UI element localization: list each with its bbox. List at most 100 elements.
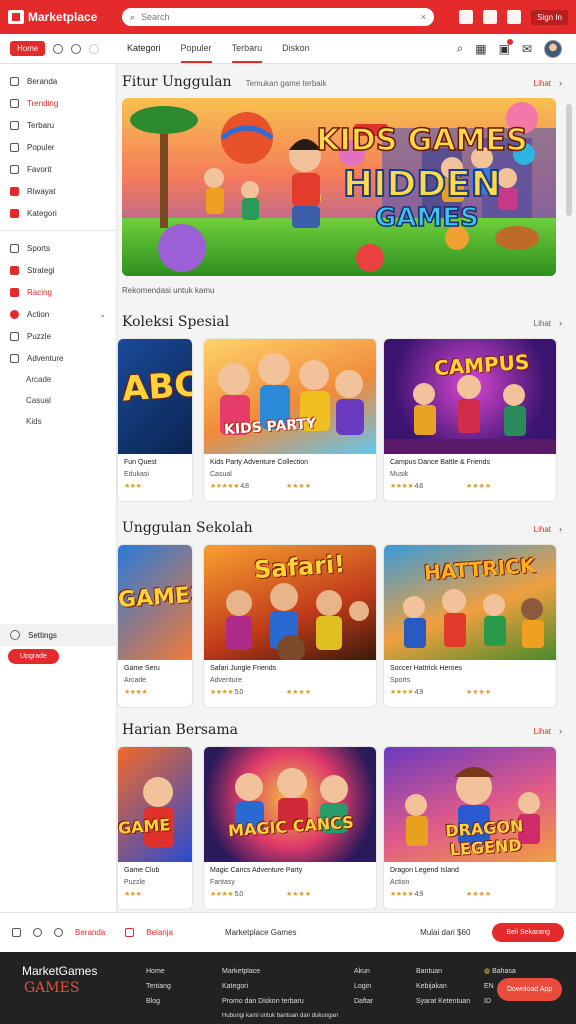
game-card[interactable]: HATTRICK Soccer Hattrick Heroes Sports ★… bbox=[383, 544, 557, 708]
game-card[interactable]: GAME Game Club Puzzle ★★★ bbox=[117, 746, 193, 910]
map-icon bbox=[10, 353, 19, 363]
search-icon[interactable]: ⌕ bbox=[457, 41, 464, 56]
sidebar-item-populer[interactable]: Populer bbox=[0, 136, 116, 158]
game-card[interactable]: KIDS PARTY Kids Party Adventure Collecti… bbox=[203, 338, 377, 502]
help-icon[interactable] bbox=[54, 928, 63, 937]
cart-icon[interactable] bbox=[125, 928, 135, 937]
settings-icon[interactable] bbox=[89, 43, 100, 54]
bottom-nav-beranda[interactable]: Beranda bbox=[75, 928, 105, 937]
sidebar-item-strategi[interactable]: Strategi bbox=[0, 259, 116, 281]
upgrade-button[interactable]: Upgrade bbox=[8, 649, 59, 664]
avatar[interactable] bbox=[544, 39, 562, 58]
footer-link[interactable]: Syarat Ketentuan bbox=[416, 994, 470, 1009]
flag-icon[interactable] bbox=[507, 10, 522, 24]
footer-link[interactable]: Home bbox=[146, 964, 171, 979]
game-art bbox=[235, 768, 348, 833]
see-all-link[interactable]: Lihat bbox=[534, 727, 551, 736]
scrollbar[interactable] bbox=[566, 104, 572, 216]
bottom-nav-belanja[interactable]: Belanja bbox=[146, 928, 173, 937]
sidebar-item-trending[interactable]: Trending bbox=[0, 92, 116, 114]
game-card[interactable]: MAGIC CANCS Magic Cancs Adventure Party … bbox=[203, 746, 377, 910]
game-card[interactable]: GAMES Game Seru Arcade ★★★★ bbox=[117, 544, 193, 708]
rating-stars: ★★★★ bbox=[286, 483, 312, 490]
main-content: Fitur Unggulan Temukan game terbaik Liha… bbox=[117, 64, 576, 912]
game-title: Safari Jungle Friends bbox=[210, 665, 277, 672]
puzzle-icon bbox=[10, 331, 19, 341]
game-title: Kids Party Adventure Collection bbox=[210, 459, 309, 466]
buy-now-button[interactable]: Beli Sekarang bbox=[492, 923, 564, 942]
sidebar-item-beranda[interactable]: Beranda bbox=[0, 70, 116, 92]
footer-link[interactable]: Blog bbox=[146, 994, 171, 1009]
clear-icon[interactable]: × bbox=[421, 12, 426, 22]
footer-link[interactable]: Daftar bbox=[354, 994, 373, 1009]
sidebar: Beranda Trending Terbaru Populer Favorit… bbox=[0, 64, 117, 912]
hero-title-line1: KIDS GAMES bbox=[316, 123, 527, 158]
sidebar-item-puzzle[interactable]: Puzzle bbox=[0, 325, 116, 347]
game-thumbnail: Safari! bbox=[204, 545, 376, 660]
sidebar-item-riwayat[interactable]: Riwayat bbox=[0, 180, 116, 202]
chevron-right-icon[interactable]: › bbox=[559, 318, 562, 328]
game-title: Game Seru bbox=[124, 665, 160, 672]
sidebar-item-racing[interactable]: Racing bbox=[0, 281, 116, 303]
message-icon[interactable]: ✉ bbox=[522, 42, 532, 56]
sign-in-button[interactable]: Sign In bbox=[531, 9, 568, 25]
game-genre: Action bbox=[390, 879, 410, 886]
tab-diskon[interactable]: Diskon bbox=[282, 34, 310, 63]
footer-link[interactable]: Akun bbox=[354, 964, 373, 979]
footer-link[interactable]: Kategori bbox=[222, 979, 338, 994]
tab-populer[interactable]: Populer bbox=[180, 34, 212, 63]
sidebar-item-terbaru[interactable]: Terbaru bbox=[0, 114, 116, 136]
tab-kategori[interactable]: Kategori bbox=[127, 34, 161, 63]
sidebar-subitem-kids[interactable]: Kids bbox=[0, 411, 116, 432]
info-icon[interactable] bbox=[71, 43, 82, 54]
footer-link[interactable]: Kebijakan bbox=[416, 979, 470, 994]
gift-icon[interactable] bbox=[483, 10, 498, 24]
download-app-button[interactable]: Download App bbox=[497, 978, 563, 1001]
sidebar-item-adventure[interactable]: Adventure bbox=[0, 347, 116, 369]
rating-stars: ★★★★ 4.9 bbox=[390, 689, 423, 696]
bookmark-icon[interactable] bbox=[459, 10, 474, 24]
search-icon: ⌕ bbox=[130, 11, 136, 22]
game-card[interactable]: ABC Fun Quest Edukasi ★★★ bbox=[117, 338, 193, 502]
sidebar-item-sports[interactable]: Sports bbox=[0, 237, 116, 259]
sidebar-item-action[interactable]: Action ⌄ bbox=[0, 303, 116, 325]
sidebar-item-kategori[interactable]: Kategori bbox=[0, 202, 116, 224]
footer-link[interactable]: Promo dan Diskon terbaru bbox=[222, 994, 338, 1009]
home-icon[interactable] bbox=[12, 928, 21, 937]
footer-link[interactable]: Bantuan bbox=[416, 964, 470, 979]
see-all-link[interactable]: Lihat bbox=[534, 79, 551, 88]
game-thumbnail: GAME bbox=[118, 747, 192, 862]
game-card[interactable]: Safari! Safari Jungle Friends Adventure … bbox=[203, 544, 377, 708]
footer-link[interactable]: Hubungi kami untuk bantuan dan dukungan bbox=[222, 1009, 338, 1024]
chevron-right-icon[interactable]: › bbox=[559, 78, 562, 88]
footer-language[interactable]: ◍ Bahasa bbox=[484, 964, 516, 979]
sidebar-item-settings[interactable]: Settings bbox=[0, 624, 117, 646]
globe-icon[interactable] bbox=[33, 928, 42, 937]
chevron-right-icon[interactable]: › bbox=[559, 524, 562, 534]
top-bar: Marketplace ⌕ Search × Sign In bbox=[0, 0, 576, 34]
rating-stars: ★★★ bbox=[124, 483, 142, 490]
footer-brand[interactable]: MarketGames bbox=[22, 964, 97, 978]
sidebar-subitem-arcade[interactable]: Arcade bbox=[0, 369, 116, 390]
rating-stars: ★★★★ bbox=[124, 689, 148, 696]
game-card[interactable]: CAMPUS Campus Dance Battle & Friends Mus… bbox=[383, 338, 557, 502]
footer-link[interactable]: Marketplace bbox=[222, 964, 338, 979]
footer-link[interactable]: Login bbox=[354, 979, 373, 994]
see-all-link[interactable]: Lihat bbox=[534, 525, 551, 534]
game-thumbnail: DRAGON LEGEND bbox=[384, 747, 556, 862]
home-button[interactable]: Home bbox=[10, 41, 46, 56]
chevron-down-icon[interactable]: ⌄ bbox=[99, 310, 106, 319]
grid-icon[interactable]: ▦ bbox=[475, 42, 486, 56]
brand-logo[interactable]: Marketplace bbox=[8, 10, 120, 24]
sidebar-item-favorit[interactable]: Favorit bbox=[0, 158, 116, 180]
game-card[interactable]: DRAGON LEGEND Dragon Legend Island Actio… bbox=[383, 746, 557, 910]
hero-banner[interactable]: KIDS GAMES HIDDEN GAMES bbox=[122, 98, 556, 276]
chevron-right-icon[interactable]: › bbox=[559, 726, 562, 736]
search-input[interactable]: ⌕ Search × bbox=[122, 8, 434, 26]
sidebar-subitem-casual[interactable]: Casual bbox=[0, 390, 116, 411]
cart-icon[interactable]: ▣ bbox=[499, 38, 514, 56]
see-all-link[interactable]: Lihat bbox=[534, 319, 551, 328]
tab-terbaru[interactable]: Terbaru bbox=[231, 34, 263, 63]
history-icon[interactable] bbox=[53, 43, 64, 54]
footer-link[interactable]: Tentang bbox=[146, 979, 171, 994]
